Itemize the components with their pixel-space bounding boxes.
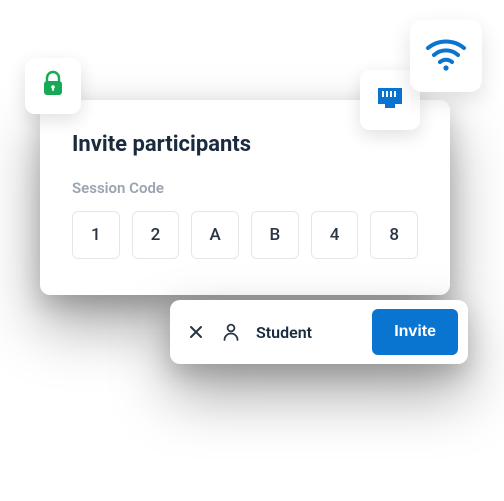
code-box[interactable]: 8 xyxy=(370,211,418,259)
wifi-tile xyxy=(410,20,482,92)
code-box[interactable]: A xyxy=(191,211,239,259)
ethernet-icon xyxy=(375,85,405,115)
invite-title: Invite participants xyxy=(72,132,418,157)
invite-button[interactable]: Invite xyxy=(372,309,458,355)
code-box[interactable]: B xyxy=(251,211,299,259)
session-code-label: Session Code xyxy=(72,179,418,197)
session-code-row: 1 2 A B 4 8 xyxy=(72,211,418,259)
code-box[interactable]: 1 xyxy=(72,211,120,259)
invite-bar: Student Invite xyxy=(170,300,468,364)
wifi-icon xyxy=(424,36,468,76)
code-box[interactable]: 2 xyxy=(132,211,180,259)
code-box[interactable]: 4 xyxy=(311,211,359,259)
role-label: Student xyxy=(256,323,358,342)
lock-icon xyxy=(40,70,66,102)
close-icon[interactable] xyxy=(186,322,206,342)
person-icon xyxy=(220,321,242,343)
lock-tile xyxy=(25,58,81,114)
